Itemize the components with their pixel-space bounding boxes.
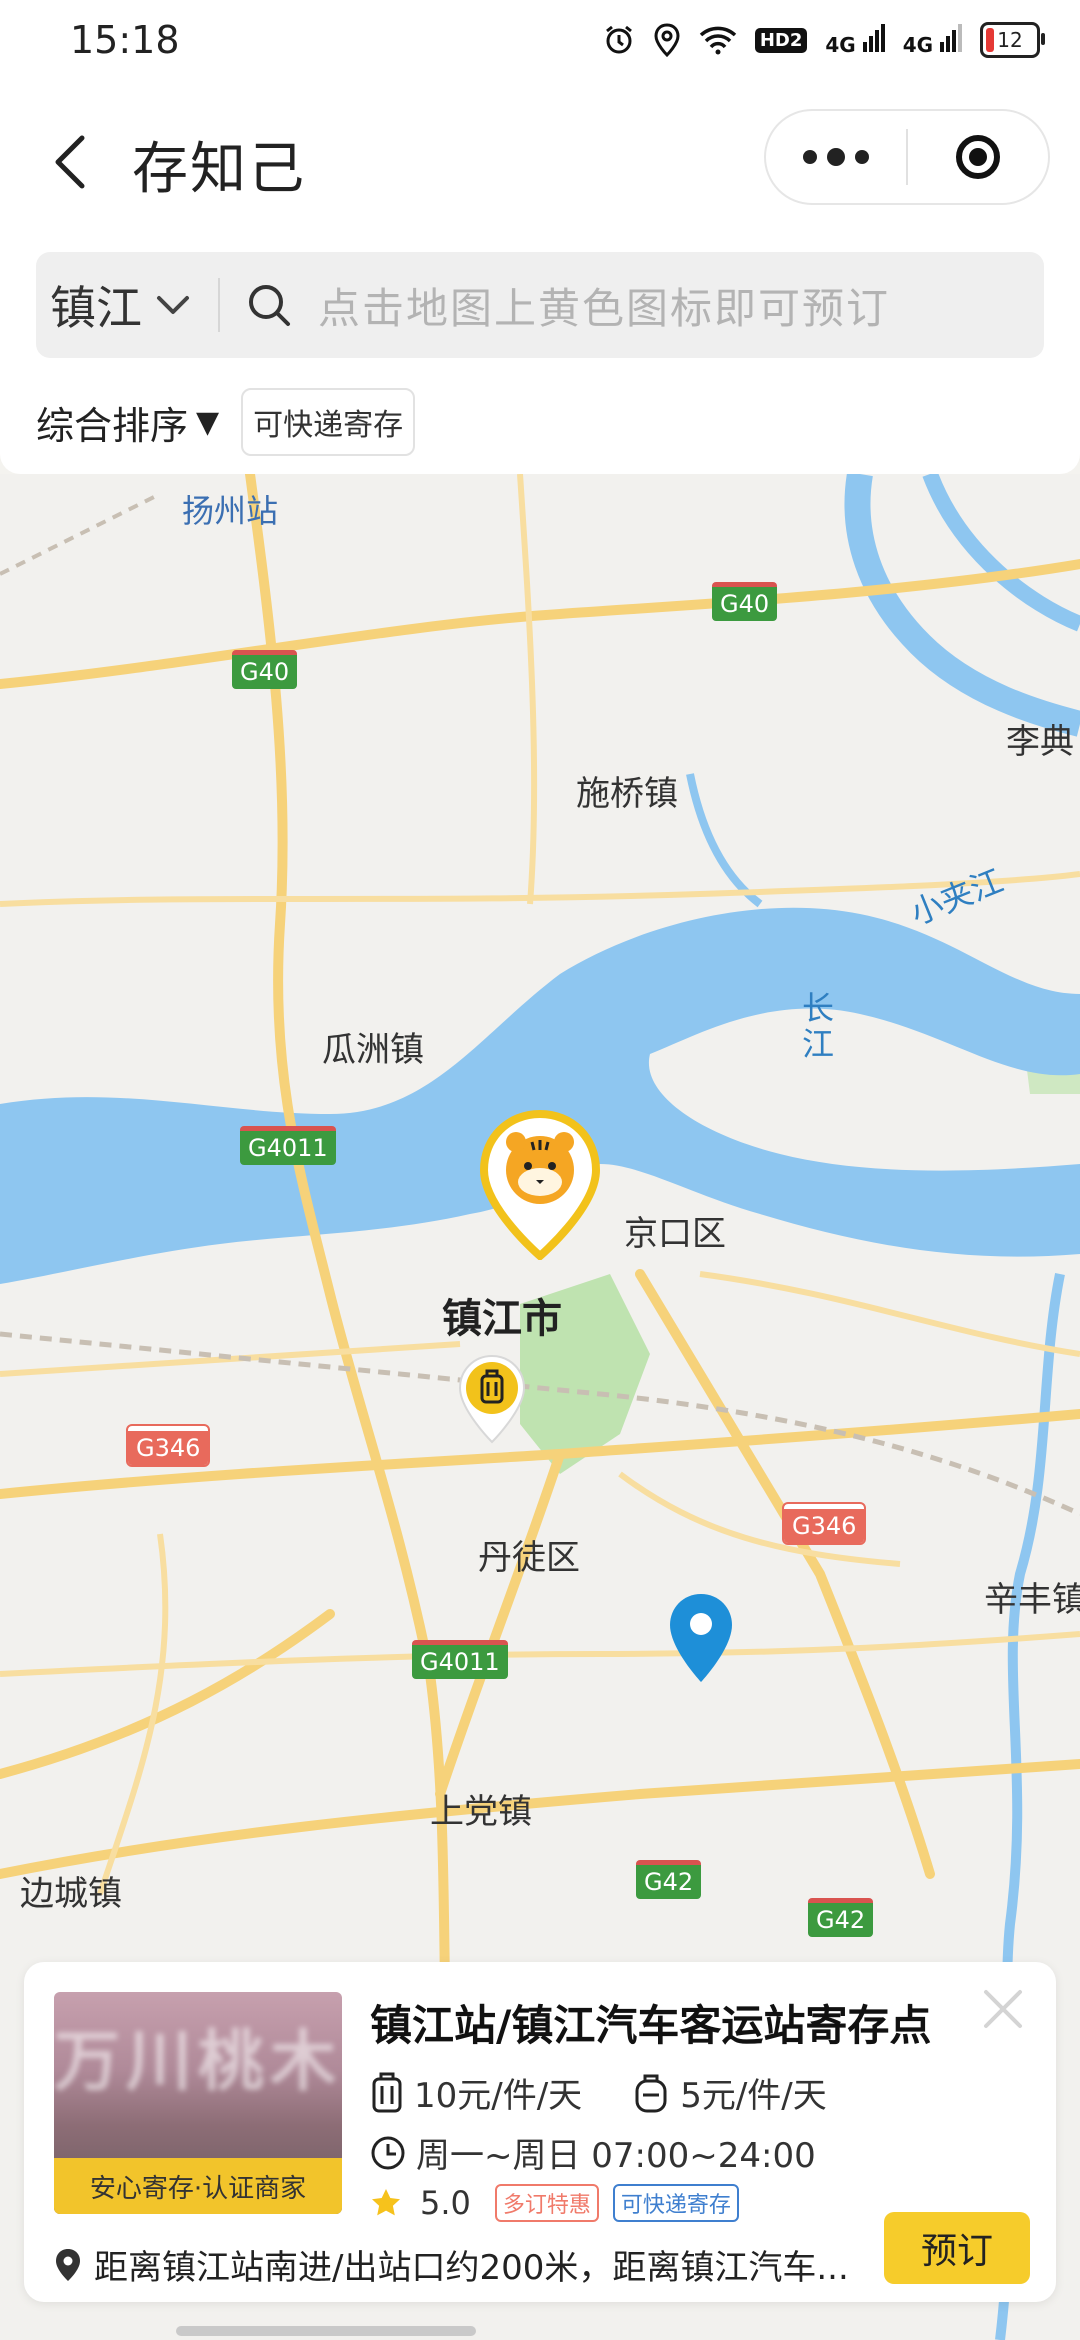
wifi-icon — [699, 25, 737, 55]
map-label-changjiang: 长 江 — [802, 989, 835, 1063]
close-icon — [984, 1990, 1022, 2028]
blue-location-pin-icon — [670, 1594, 732, 1682]
luggage-storage-pin[interactable] — [458, 1354, 526, 1444]
tiger-map-pin-icon — [479, 1109, 601, 1262]
map-pin-icon — [54, 2247, 82, 2283]
price-row: 10元/件/天 5元/件/天 — [370, 2068, 827, 2117]
alarm-icon — [603, 24, 635, 56]
page-title: 存知己 — [132, 137, 306, 202]
book-button[interactable]: 预订 — [884, 2212, 1030, 2284]
star-icon — [370, 2187, 402, 2219]
dot-icon — [803, 150, 817, 164]
nav-bar: 存知己 — [0, 84, 1080, 234]
map-label-shiqiao: 施桥镇 — [576, 774, 678, 814]
rating-row: 5.0 多订特惠 可快递寄存 — [370, 2184, 739, 2222]
signal-icon-2: 4G — [902, 23, 962, 57]
highway-shield-g40: G40 — [232, 650, 298, 689]
backpack-icon — [632, 2071, 670, 2115]
status-icons: HD2 4G 4G 12 — [603, 22, 1045, 58]
miniprogram-capsule — [764, 109, 1050, 205]
city-label: 镇江 — [50, 281, 142, 335]
storage-point-card[interactable]: 万川桃木 安心寄存·认证商家 镇江站/镇江汽车客运站寄存点 10元/件/天 5元… — [24, 1962, 1056, 2302]
sort-dropdown[interactable]: 综合排序 ▼ — [36, 395, 219, 450]
sort-label: 综合排序 — [36, 403, 189, 448]
highway-shield-g4011: G4011 — [412, 1640, 508, 1679]
search-input[interactable]: 点击地图上黄色图标即可预订 — [318, 275, 890, 336]
highway-shield-g4011: G4011 — [240, 1126, 336, 1165]
storage-point-photo[interactable]: 万川桃木 安心寄存·认证商家 — [54, 1992, 342, 2214]
battery-level: 12 — [997, 28, 1023, 52]
price-luggage: 10元/件/天 — [414, 2076, 583, 2116]
search-icon — [246, 282, 292, 328]
map-label-guazhou: 瓜洲镇 — [322, 1030, 424, 1070]
map-label-lidian: 李典 — [1006, 722, 1074, 762]
current-location-pin — [668, 1592, 734, 1684]
status-bar: 15:18 HD2 4G 4G 12 — [0, 0, 1080, 84]
search-divider — [218, 278, 220, 332]
dot-icon — [827, 148, 845, 166]
chevron-left-icon — [55, 135, 85, 189]
dot-icon — [855, 150, 869, 164]
map-label-yangzhou-station: 扬州站 — [182, 492, 279, 530]
status-time: 15:18 — [70, 18, 180, 62]
map-label-shangdang: 上党镇 — [430, 1792, 532, 1832]
map-label-zhenjiang-city: 镇江市 — [442, 1296, 562, 1342]
express-badge: 可快递寄存 — [612, 2184, 739, 2222]
map-label-xinfeng: 辛丰镇 — [984, 1580, 1080, 1620]
target-icon — [956, 135, 1000, 179]
certified-merchant-banner: 安心寄存·认证商家 — [54, 2158, 342, 2214]
hours-row: 周一~周日 07:00~24:00 — [370, 2128, 816, 2177]
highway-shield-g40: G40 — [712, 582, 778, 621]
storage-point-name: 镇江站/镇江汽车客运站寄存点 — [370, 2001, 932, 2050]
signal-label-2: 4G — [902, 32, 934, 57]
filter-row: 综合排序 ▼ 可快递寄存 — [36, 388, 416, 456]
location-icon — [653, 23, 681, 57]
storage-location-pin-main[interactable] — [478, 1109, 602, 1262]
rating-value: 5.0 — [420, 2184, 471, 2222]
search-section: 镇江 点击地图上黄色图标即可预订 综合排序 ▼ 可快递寄存 — [0, 234, 1080, 474]
home-indicator — [176, 2326, 476, 2336]
highway-shield-g346: G346 — [125, 1424, 211, 1467]
map-label-biancheng: 边城镇 — [20, 1874, 122, 1914]
search-bar[interactable]: 镇江 点击地图上黄色图标即可预订 — [36, 252, 1044, 358]
close-card-button[interactable] — [978, 1984, 1028, 2034]
price-bag: 5元/件/天 — [680, 2076, 827, 2116]
back-button[interactable] — [40, 122, 100, 202]
map-label-dantu: 丹徒区 — [478, 1538, 580, 1578]
chevron-down-icon — [157, 296, 189, 314]
opening-hours: 周一~周日 07:00~24:00 — [416, 2136, 816, 2176]
photo-blurred-sign: 万川桃木 — [54, 2023, 342, 2100]
triangle-down-icon: ▼ — [196, 404, 220, 440]
discount-badge: 多订特惠 — [494, 2184, 599, 2222]
highway-shield-g42: G42 — [636, 1860, 702, 1899]
clock-icon — [370, 2135, 406, 2171]
hd-icon: HD2 — [754, 27, 808, 53]
highway-shield-g42: G42 — [808, 1898, 874, 1937]
address-text: 距离镇江站南进/出站口约200米，距离镇江汽车... — [94, 2248, 849, 2288]
map-label-jingkou: 京口区 — [624, 1214, 726, 1254]
express-storage-filter[interactable]: 可快递寄存 — [241, 388, 416, 456]
more-button[interactable] — [766, 148, 906, 166]
address-row: 距离镇江站南进/出站口约200米，距离镇江汽车... — [54, 2240, 849, 2289]
signal-icon: 4G — [825, 23, 885, 57]
luggage-pin-icon — [458, 1354, 526, 1444]
close-miniprogram-button[interactable] — [908, 135, 1048, 179]
signal-label: 4G — [825, 32, 856, 57]
city-selector[interactable]: 镇江 — [50, 272, 190, 338]
battery-icon: 12 — [980, 22, 1045, 58]
suitcase-icon — [370, 2071, 404, 2115]
highway-shield-g346: G346 — [781, 1502, 867, 1545]
